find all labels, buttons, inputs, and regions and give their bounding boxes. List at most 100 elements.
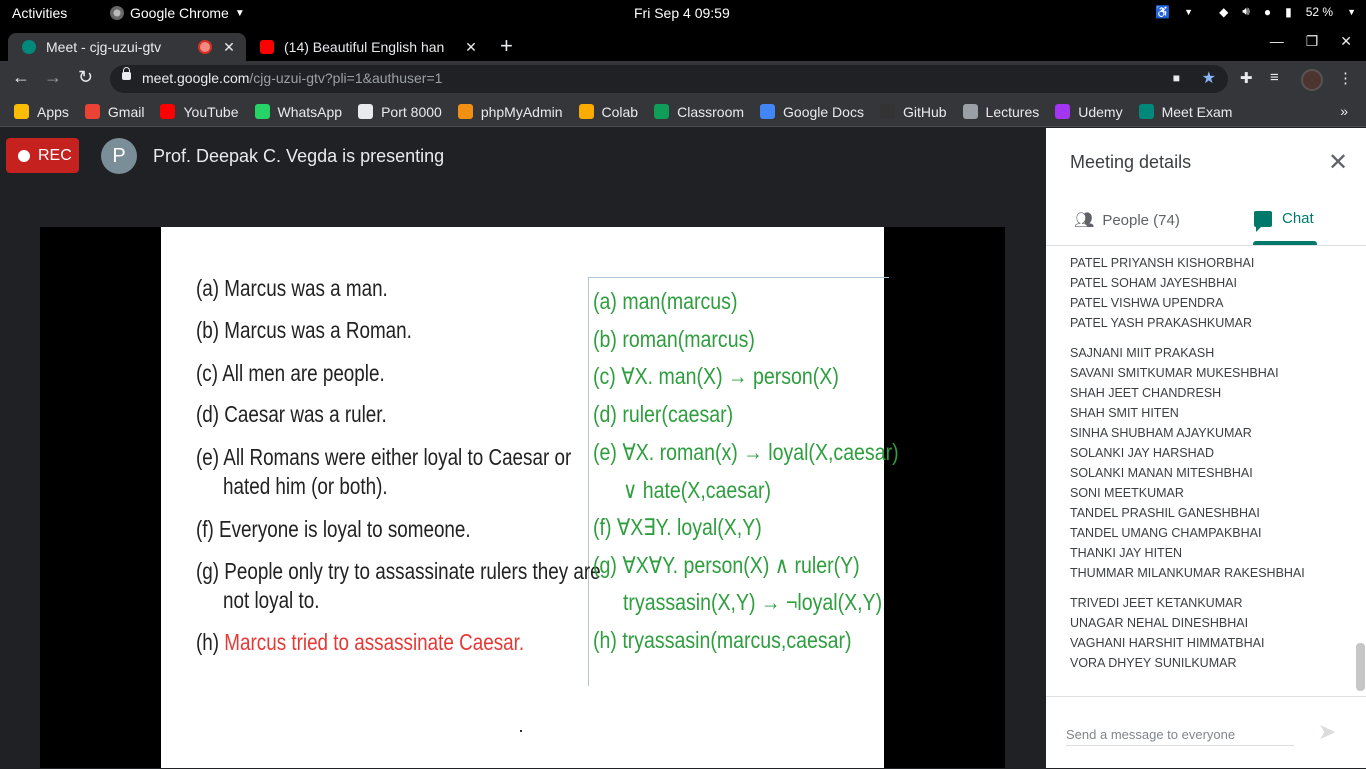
more-bookmarks-icon[interactable]: » xyxy=(1340,103,1348,119)
minimize-icon[interactable]: — xyxy=(1270,33,1284,50)
system-tray[interactable]: ♿ ▼ ◆ 🔊︎ ● ▮ 52 % ▼ xyxy=(1155,4,1356,19)
url-host: meet.google.com xyxy=(142,70,250,86)
battery-icon: ▮ xyxy=(1285,4,1292,19)
logic-formula: (d) ruler(caesar) xyxy=(593,401,734,427)
bookmark-label: YouTube xyxy=(183,103,239,120)
close-icon[interactable]: ✕ xyxy=(1340,33,1352,50)
docs-icon xyxy=(760,104,776,119)
media-queue-icon[interactable]: ≡ xyxy=(1270,69,1279,86)
bookmark-label: Meet Exam xyxy=(1161,103,1233,120)
tab-meet[interactable]: Meet - cjg-uzui-gtv ✕ xyxy=(8,33,246,61)
chat-message: CHANDRAKANTBHAI xyxy=(1070,246,1194,248)
logic-formula: (h) tryassasin(marcus,caesar) xyxy=(593,627,852,653)
bookmark-port-8000[interactable]: Port 8000 xyxy=(358,104,442,120)
bookmark-label: Google Docs xyxy=(783,103,864,120)
chat-message: SAJNANI MIIT PRAKASH xyxy=(1070,346,1215,360)
statement-text: People only try to assassinate rulers th… xyxy=(224,558,601,584)
bookmark-label: Colab xyxy=(601,103,639,120)
bookmark-github[interactable]: GitHub xyxy=(879,104,947,120)
recording-button[interactable]: REC xyxy=(6,138,79,173)
english-statement: (d) Caesar was a ruler. xyxy=(196,401,387,428)
chat-message: PATEL YASH PRAKASHKUMAR xyxy=(1070,316,1252,330)
people-icon: 👥︎ xyxy=(1074,212,1095,229)
bookmark-udemy[interactable]: Udemy xyxy=(1055,104,1123,120)
bookmark-lectures[interactable]: Lectures xyxy=(962,104,1039,120)
statement-label: (h) xyxy=(196,629,225,655)
chat-input[interactable]: Send a message to everyone xyxy=(1066,727,1235,742)
close-icon[interactable]: ✕ xyxy=(220,39,238,56)
tab-people[interactable]: 👥︎ People (74) xyxy=(1074,210,1180,230)
chat-message: SOLANKI MANAN MITESHBHAI xyxy=(1070,466,1253,480)
reload-icon[interactable]: ↻ xyxy=(78,67,93,88)
english-statement: (b) Marcus was a Roman. xyxy=(196,317,412,344)
new-tab-button[interactable]: + xyxy=(500,33,513,59)
logic-formula: (g) ∀X∀Y. person(X) ∧ ruler(Y) xyxy=(593,552,860,578)
back-arrow-icon[interactable]: ← xyxy=(12,67,30,88)
url-text[interactable]: meet.google.com/cjg-uzui-gtv?pli=1&authu… xyxy=(142,70,442,86)
profile-avatar[interactable] xyxy=(1301,69,1323,91)
tab-strip: Meet - cjg-uzui-gtv ✕ (14) Beautiful Eng… xyxy=(0,27,1366,61)
bookmark-label: Classroom xyxy=(677,103,745,120)
chat-message: SHAH JEET CHANDRESH xyxy=(1070,386,1222,400)
chat-message: VORA DHYEY SUNILKUMAR xyxy=(1070,656,1237,670)
menu-dots-icon[interactable]: ⋮ xyxy=(1338,69,1353,87)
logic-formula: ∨ hate(X,caesar) xyxy=(623,477,771,503)
youtube-icon xyxy=(260,40,274,54)
meet-icon xyxy=(22,40,36,54)
chat-message: PATEL VISHWA UPENDRA xyxy=(1070,296,1224,310)
chat-message: THANKI JAY HITEN xyxy=(1070,546,1183,560)
slide: (a) Marcus was a man. (b) Marcus was a Ro… xyxy=(161,227,899,768)
chat-message: SHAH SMIT HITEN xyxy=(1070,406,1179,420)
bookmark-phpmyadmin[interactable]: phpMyAdmin xyxy=(457,104,563,120)
bookmark-apps[interactable]: Apps xyxy=(14,104,69,120)
send-icon[interactable]: ➤ xyxy=(1318,719,1336,745)
extensions-icon[interactable]: ✚ xyxy=(1240,69,1253,87)
bookmark-label: Port 8000 xyxy=(381,103,442,120)
slide-dot xyxy=(520,730,522,732)
record-dot-icon xyxy=(18,149,30,162)
activities-button[interactable]: Activities xyxy=(12,5,67,21)
camera-icon[interactable]: ■ xyxy=(1173,71,1180,85)
chat-message: UNAGAR NEHAL DINESHBHAI xyxy=(1070,616,1249,630)
classroom-icon xyxy=(654,104,670,119)
statement-text: Marcus tried to assassinate Caesar. xyxy=(224,629,525,655)
panel-title: Meeting details xyxy=(1070,152,1192,172)
english-statement: (g) People only try to assassinate ruler… xyxy=(196,558,601,585)
app-name: Google Chrome xyxy=(130,5,229,21)
bookmark-gmail[interactable]: Gmail xyxy=(84,104,144,120)
bookmark-classroom[interactable]: Classroom xyxy=(654,104,744,120)
address-bar[interactable]: meet.google.com/cjg-uzui-gtv?pli=1&authu… xyxy=(110,65,1228,93)
chevron-down-icon: ▼ xyxy=(1184,6,1194,17)
bookmark-colab[interactable]: Colab xyxy=(578,103,639,120)
tab-chat[interactable]: Chat xyxy=(1254,210,1314,232)
bookmark-whatsapp[interactable]: WhatsApp xyxy=(254,104,342,120)
accessibility-icon[interactable]: ♿ xyxy=(1155,5,1170,19)
statement-label: (d) xyxy=(196,401,225,427)
rec-label: REC xyxy=(38,146,72,164)
udemy-icon xyxy=(1055,104,1071,119)
statement-text: Everyone is loyal to someone. xyxy=(219,516,471,542)
bookmark-google-docs[interactable]: Google Docs xyxy=(760,104,864,120)
logic-formula: tryassasin(X,Y) → ¬loyal(X,Y) xyxy=(623,589,883,615)
close-icon[interactable]: ✕ xyxy=(462,39,480,56)
forward-arrow-icon[interactable]: → xyxy=(44,67,62,88)
english-statement: (f) Everyone is loyal to someone. xyxy=(196,516,471,543)
bookmark-youtube[interactable]: YouTube xyxy=(160,103,239,120)
close-icon[interactable]: ✕ xyxy=(1328,148,1348,177)
battery-level: 52 % xyxy=(1305,4,1334,19)
maximize-icon[interactable]: ❐ xyxy=(1306,33,1319,50)
url-path: /cjg-uzui-gtv?pli=1&authuser=1 xyxy=(249,70,443,86)
chat-scrollbar[interactable] xyxy=(1356,643,1365,691)
system-top-bar: Activities Google Chrome ▼ Fri Sep 4 09:… xyxy=(0,0,1366,27)
app-menu[interactable]: Google Chrome ▼ xyxy=(110,5,245,21)
english-statement: (a) Marcus was a man. xyxy=(196,275,388,302)
bookmark-meet-exam[interactable]: Meet Exam xyxy=(1138,103,1233,120)
chat-messages[interactable]: CHANDRAKANTBHAI PATEL PRIYANSH KISHORBHAI… xyxy=(1046,246,1366,696)
tab-youtube[interactable]: (14) Beautiful English han ✕ xyxy=(252,33,488,61)
statement-text: Marcus was a man. xyxy=(224,275,388,301)
clock[interactable]: Fri Sep 4 09:59 xyxy=(634,5,730,21)
star-icon[interactable]: ★ xyxy=(1202,68,1216,88)
toolbar: ← → ↻ meet.google.com/cjg-uzui-gtv?pli=1… xyxy=(0,61,1366,97)
chat-message: PATEL PRIYANSH KISHORBHAI xyxy=(1070,256,1255,270)
window-controls: — ❐ ✕ xyxy=(1270,33,1352,50)
